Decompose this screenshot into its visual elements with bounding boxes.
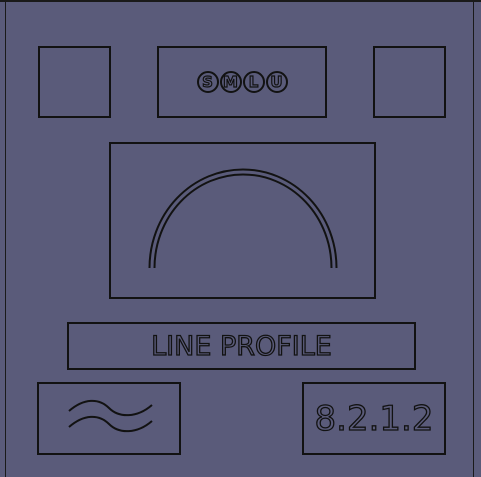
size-option-m[interactable]: M <box>219 71 242 93</box>
profile-display <box>109 142 376 299</box>
profile-title-box: LINE PROFILE <box>67 322 416 370</box>
size-option-l[interactable]: L <box>242 71 265 93</box>
left-divider <box>5 0 6 477</box>
section-code-box: 8.2.1.2 <box>302 382 446 455</box>
right-divider <box>473 0 474 477</box>
top-divider <box>0 0 481 2</box>
arc-profile-icon <box>148 168 338 269</box>
right-empty-slot[interactable] <box>373 46 446 118</box>
line-profile-panel: S M L U LINE PROFILE 8.2.1.2 <box>0 0 481 477</box>
tolerance-wave-box <box>37 382 181 455</box>
profile-title: LINE PROFILE <box>150 330 332 362</box>
size-option-u[interactable]: U <box>265 71 288 93</box>
section-code: 8.2.1.2 <box>314 398 434 439</box>
size-selector[interactable]: S M L U <box>157 46 327 118</box>
wave-icon <box>68 399 153 433</box>
left-empty-slot[interactable] <box>38 46 111 118</box>
size-option-s[interactable]: S <box>196 71 219 93</box>
